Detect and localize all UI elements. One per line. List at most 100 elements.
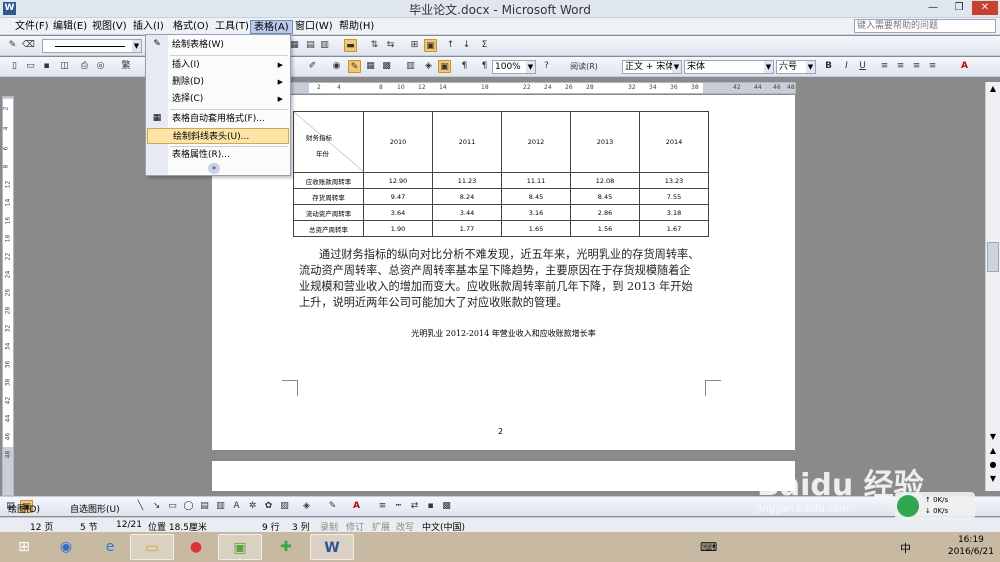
draw-table-icon[interactable]: ✎ <box>6 39 19 52</box>
align-left-icon[interactable]: ≡ <box>878 60 891 73</box>
next-page-icon[interactable]: ▼ <box>987 474 999 486</box>
research-icon[interactable]: 繁 <box>116 60 136 73</box>
year-header[interactable]: 2013 <box>570 111 640 173</box>
table-cell[interactable]: 11.23 <box>432 172 502 189</box>
keyboard-icon[interactable]: ⌨ <box>700 540 717 554</box>
font-color-button[interactable]: A <box>958 60 971 73</box>
style-select[interactable]: 正文 + 宋体 ▼ <box>622 60 682 74</box>
close-button[interactable]: ✕ <box>972 1 998 15</box>
arrow-icon[interactable]: ↘ <box>150 500 163 513</box>
font-size-select[interactable]: 六号 ▼ <box>776 60 816 74</box>
distribute-rows-icon[interactable]: ⇅ <box>368 39 381 52</box>
table-cell[interactable]: 7.55 <box>639 188 709 205</box>
table-cell[interactable]: 12.08 <box>570 172 640 189</box>
table-cell[interactable]: 8.45 <box>570 188 640 205</box>
internet-explorer-icon[interactable]: e <box>88 534 132 560</box>
table-cell[interactable]: 1.77 <box>432 220 502 237</box>
table-cell[interactable]: 8.24 <box>432 188 502 205</box>
menu-item-select[interactable]: 选择(C) ▶ <box>147 91 289 107</box>
justify-icon[interactable]: ≡ <box>926 60 939 73</box>
line-style-select[interactable]: ▼ <box>42 39 142 53</box>
table-cell[interactable]: 8.45 <box>501 188 571 205</box>
table-cell[interactable]: 1.65 <box>501 220 571 237</box>
sort-descending-icon[interactable]: ↓ <box>460 39 473 52</box>
table-cell[interactable]: 1.56 <box>570 220 640 237</box>
menu-item-delete[interactable]: 删除(D) ▶ <box>147 74 289 90</box>
menu-help[interactable]: 帮助(H) <box>336 20 377 34</box>
open-folder-icon[interactable]: ▭ <box>24 60 37 73</box>
font-select[interactable]: 宋体 ▼ <box>684 60 774 74</box>
table-cell[interactable]: 3.44 <box>432 204 502 221</box>
print-preview-icon[interactable]: ◎ <box>94 60 107 73</box>
distribute-columns-icon[interactable]: ⇆ <box>384 39 397 52</box>
align-center-icon[interactable]: ≡ <box>894 60 907 73</box>
menu-item-autoformat[interactable]: ▦ 表格自动套用格式(F)... <box>147 111 289 127</box>
align-right-icon[interactable]: ≡ <box>910 60 923 73</box>
diagram-icon[interactable]: ✲ <box>246 500 259 513</box>
chrome-icon[interactable]: ● <box>174 534 218 560</box>
fill-color-icon[interactable]: ◈ <box>300 500 313 513</box>
permission-icon[interactable]: ◫ <box>58 60 71 73</box>
autoshapes-button[interactable]: 自选图形(U) <box>70 502 120 515</box>
360-browser-icon[interactable]: ◉ <box>44 534 88 560</box>
new-document-icon[interactable]: ▯ <box>8 60 21 73</box>
row-label[interactable]: 流动资产周转率 <box>293 204 364 221</box>
menu-item-diagonal-header[interactable]: 绘制斜线表头(U)... <box>147 128 289 144</box>
autosum-icon[interactable]: Σ <box>478 39 491 52</box>
drawing-icon[interactable]: ◈ <box>422 60 435 73</box>
menu-item-draw-table[interactable]: ✎ 绘制表格(W) <box>147 37 289 53</box>
minimize-button[interactable]: — <box>920 1 946 15</box>
line-color-icon[interactable]: ✎ <box>326 500 339 513</box>
table-cell[interactable]: 12.90 <box>363 172 433 189</box>
menu-edit[interactable]: 编辑(E) <box>50 20 90 34</box>
menu-item-table-properties[interactable]: 表格属性(R)... <box>147 147 289 163</box>
shadow-icon[interactable]: ▪ <box>424 500 437 513</box>
italic-button[interactable]: I <box>840 60 853 73</box>
document-map-icon[interactable]: ▣ <box>438 60 451 73</box>
insert-excel-icon[interactable]: ▩ <box>380 60 393 73</box>
next-page[interactable] <box>212 461 795 491</box>
file-explorer-icon[interactable]: ▭ <box>130 534 174 560</box>
menu-window[interactable]: 窗口(W) <box>292 20 336 34</box>
hyperlink-icon[interactable]: ◉ <box>330 60 343 73</box>
picture-icon[interactable]: ▨ <box>278 500 291 513</box>
table-cell[interactable]: 1.67 <box>639 220 709 237</box>
system-clock[interactable]: 16:19 2016/6/21 <box>948 534 994 558</box>
sort-ascending-icon[interactable]: ↑ <box>444 39 457 52</box>
3d-icon[interactable]: ▩ <box>440 500 453 513</box>
format-painter-icon[interactable]: ✐ <box>306 60 319 73</box>
scroll-up-icon[interactable]: ▲ <box>987 84 999 96</box>
year-header[interactable]: 2012 <box>501 111 571 173</box>
photo-viewer-icon[interactable]: ▣ <box>218 534 262 560</box>
zoom-select[interactable]: 100% ▼ <box>492 60 536 74</box>
year-header[interactable]: 2010 <box>363 111 433 173</box>
merge-cells-icon[interactable]: ▤ <box>304 39 317 52</box>
horizontal-ruler[interactable]: 2 4 8 10 12 14 18 22 24 26 28 32 34 36 3… <box>272 82 796 94</box>
textbox-icon[interactable]: ▤ <box>198 500 211 513</box>
tables-borders-icon[interactable]: ✎ <box>348 60 361 73</box>
row-label[interactable]: 总资产周转率 <box>293 220 364 237</box>
vertical-textbox-icon[interactable]: ▥ <box>214 500 227 513</box>
save-icon[interactable]: ▪ <box>40 60 53 73</box>
oval-icon[interactable]: ◯ <box>182 500 195 513</box>
ime-indicator[interactable]: 中 <box>900 540 911 556</box>
show-hide-icon[interactable]: ¶ <box>458 60 471 73</box>
line-icon[interactable]: ╲ <box>134 500 147 513</box>
table-cell[interactable]: 3.64 <box>363 204 433 221</box>
split-cells-icon[interactable]: ▥ <box>318 39 331 52</box>
table-autoformat-icon[interactable]: ⊞ <box>408 39 421 52</box>
draw-menu-button[interactable]: 绘图(D) <box>8 502 40 515</box>
document-page[interactable]: 财务指标 年份 2010 2011 2012 2013 2014 应收账款周转率… <box>212 95 795 450</box>
table-cell[interactable]: 11.11 <box>501 172 571 189</box>
menu-file[interactable]: 文件(F) <box>12 20 52 34</box>
select-browse-object-icon[interactable]: ● <box>987 460 999 472</box>
vertical-ruler[interactable]: 2 4 6 8 12 14 16 18 22 24 26 28 32 34 36… <box>2 96 14 496</box>
word-taskbar-icon[interactable]: W <box>310 534 354 560</box>
reading-layout-button[interactable]: 阅读(R) <box>560 60 608 73</box>
chevron-double-down-icon[interactable]: » <box>208 163 220 174</box>
help-icon[interactable]: ? <box>540 60 553 73</box>
bold-button[interactable]: B <box>822 60 835 73</box>
help-search-input[interactable]: 键入需要帮助的问题 <box>854 19 996 33</box>
align-cell-icon[interactable]: ▬ <box>344 39 357 52</box>
dash-style-icon[interactable]: ┅ <box>392 500 405 513</box>
